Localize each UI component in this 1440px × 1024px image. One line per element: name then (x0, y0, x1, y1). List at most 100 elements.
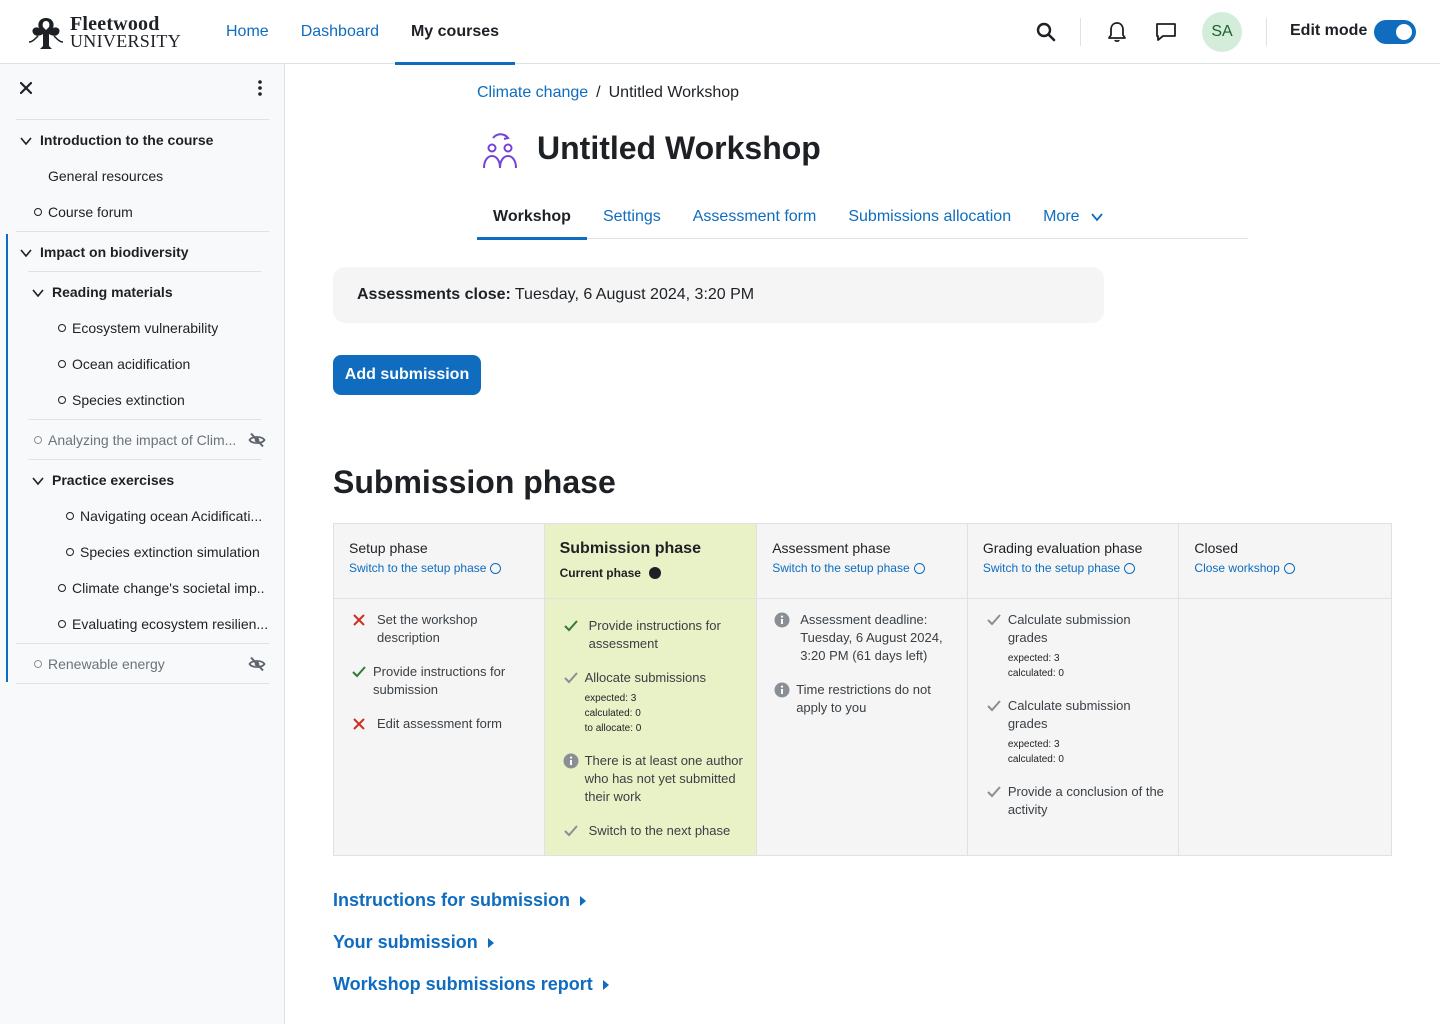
task-item: Assessment deadline: Tuesday, 6 August 2… (800, 612, 943, 663)
phase-closed: Closed Close workshop (1179, 524, 1391, 855)
incomplete-dot-icon (66, 512, 74, 520)
nav-home[interactable]: Home (210, 0, 285, 64)
phase-header: Grading evaluation phase Switch to the s… (967, 524, 1179, 599)
tab-assessment-form[interactable]: Assessment form (677, 195, 833, 239)
flower-logo-icon (28, 18, 64, 49)
sidebar-divider (28, 419, 261, 420)
sidebar-subsection-practice[interactable]: Practice exercises (52, 472, 174, 488)
sidebar-divider (16, 643, 269, 644)
sidebar-item-species-simulation[interactable]: Species extinction simulation (80, 544, 260, 560)
nav-dashboard[interactable]: Dashboard (285, 0, 395, 64)
sidebar-section-intro[interactable]: Introduction to the course (40, 132, 213, 148)
phase-title: Grading evaluation phase (982, 540, 1143, 556)
switch-phase-link[interactable]: Switch to the setup phase (349, 561, 544, 575)
info-icon (563, 753, 579, 769)
incomplete-dot-icon (58, 360, 66, 368)
incomplete-dot-icon (34, 436, 42, 444)
sidebar-subsection-reading[interactable]: Reading materials (52, 284, 173, 300)
nav-divider (1266, 18, 1267, 46)
tab-more[interactable]: More (1027, 195, 1119, 239)
nav-my-courses[interactable]: My courses (394, 0, 516, 65)
phase-grading-evaluation: Grading evaluation phase Switch to the s… (967, 524, 1180, 855)
sidebar-item-course-forum[interactable]: Course forum (48, 204, 133, 220)
chevron-down-icon[interactable] (19, 134, 33, 148)
circle-icon (913, 562, 925, 574)
brand-subname: UNIVERSITY (70, 31, 181, 51)
task-item: Calculate submission grades expected: 3 … (1008, 611, 1168, 681)
add-submission-button[interactable]: Add submission (333, 355, 481, 395)
filled-circle-icon (648, 567, 661, 579)
workshop-submissions-report-toggle[interactable]: Workshop submissions report (333, 974, 609, 995)
current-phase-label: Current phase (559, 566, 641, 580)
close-workshop-label: Close workshop (1194, 561, 1280, 575)
sidebar-divider (16, 683, 269, 684)
tab-submissions-allocation[interactable]: Submissions allocation (832, 195, 1027, 239)
sidebar-item-ocean-acidification[interactable]: Ocean acidification (72, 356, 190, 372)
check-icon (563, 672, 578, 684)
close-workshop-link[interactable]: Close workshop (1194, 561, 1391, 575)
incomplete-dot-icon (34, 208, 42, 216)
message-icon[interactable] (1154, 20, 1178, 44)
sidebar-item-general-resources[interactable]: General resources (48, 168, 163, 184)
tab-settings[interactable]: Settings (587, 195, 677, 239)
check-icon (352, 666, 366, 678)
check-icon (987, 786, 1001, 798)
sidebar-item-renewable-energy[interactable]: Renewable energy (48, 656, 165, 672)
incomplete-dot-icon (58, 620, 66, 628)
chevron-down-icon (1090, 213, 1103, 222)
phase-header: Assessment phase Switch to the setup pha… (757, 524, 967, 599)
sidebar-item-ecosystem-resilience[interactable]: Evaluating ecosystem resilien... (72, 616, 268, 632)
close-icon[interactable] (16, 78, 36, 98)
task-item: Allocate submissions expected: 3 calcula… (585, 669, 750, 736)
university-logo[interactable]: Fleetwood UNIVERSITY (24, 12, 184, 52)
tab-workshop[interactable]: Workshop (477, 195, 587, 240)
phase-setup: Setup phase Switch to the setup phase Se… (334, 524, 545, 855)
check-icon (987, 700, 1001, 712)
breadcrumb: Climate change / Untitled Workshop (477, 84, 739, 102)
circle-icon (1283, 562, 1295, 574)
sidebar-item-analyzing-impact[interactable]: Analyzing the impact of Clim... (48, 432, 236, 448)
bell-icon[interactable] (1105, 20, 1129, 44)
task-item: Edit assessment form (377, 716, 502, 731)
task-detail: calculated: 0 (584, 708, 641, 719)
breadcrumb-separator: / (596, 84, 601, 101)
current-phase-indicator: Current phase (560, 566, 757, 580)
switch-phase-link[interactable]: Switch to the setup phase (983, 561, 1179, 575)
sidebar-divider (28, 271, 261, 272)
search-icon[interactable] (1034, 20, 1058, 44)
info-icon (774, 612, 790, 628)
your-submission-toggle[interactable]: Your submission (333, 932, 494, 953)
edit-mode-label: Edit mode (1290, 22, 1368, 39)
instructions-for-submission-toggle[interactable]: Instructions for submission (333, 890, 587, 911)
alert-value: Tuesday, 6 August 2024, 3:20 PM (514, 286, 755, 303)
sidebar-item-ecosystem-vulnerability[interactable]: Ecosystem vulnerability (72, 320, 218, 336)
kebab-menu-icon[interactable] (250, 78, 270, 98)
primary-navigation: Home Dashboard My courses (210, 0, 516, 65)
switch-phase-link[interactable]: Switch to the setup phase (772, 561, 967, 575)
chevron-down-icon[interactable] (31, 474, 45, 488)
caret-right-icon (487, 937, 494, 948)
task-item: Set the workshop description (377, 612, 478, 645)
incomplete-dot-icon (66, 548, 74, 556)
section-label: Workshop submissions report (333, 974, 593, 994)
incomplete-dot-icon (34, 660, 42, 668)
sidebar-item-navigating-ocean[interactable]: Navigating ocean Acidificati... (80, 508, 262, 524)
task-item: Provide instructions for submission (373, 664, 506, 697)
task-detail: calculated: 0 (1007, 754, 1064, 765)
phase-submission: Submission phase Current phase Provide i… (544, 524, 758, 855)
edit-mode-toggle[interactable] (1374, 20, 1416, 44)
task-item: There is at least one author who has not… (584, 753, 743, 804)
user-avatar[interactable]: SA (1202, 12, 1242, 52)
sidebar-item-societal-impact[interactable]: Climate change's societal imp.. (72, 580, 265, 596)
eye-slash-icon (248, 656, 266, 672)
task-item: Provide instructions for assessment (588, 618, 721, 651)
chevron-down-icon[interactable] (31, 286, 45, 300)
check-icon (563, 825, 578, 837)
chevron-down-icon[interactable] (19, 246, 33, 260)
circle-icon (1124, 562, 1136, 574)
sidebar-section-biodiversity[interactable]: Impact on biodiversity (40, 244, 189, 260)
breadcrumb-link-course[interactable]: Climate change (477, 84, 588, 101)
sidebar-item-species-extinction[interactable]: Species extinction (72, 392, 185, 408)
phase-header: Setup phase Switch to the setup phase (334, 524, 544, 599)
secondary-navigation: Workshop Settings Assessment form Submis… (477, 195, 1248, 240)
